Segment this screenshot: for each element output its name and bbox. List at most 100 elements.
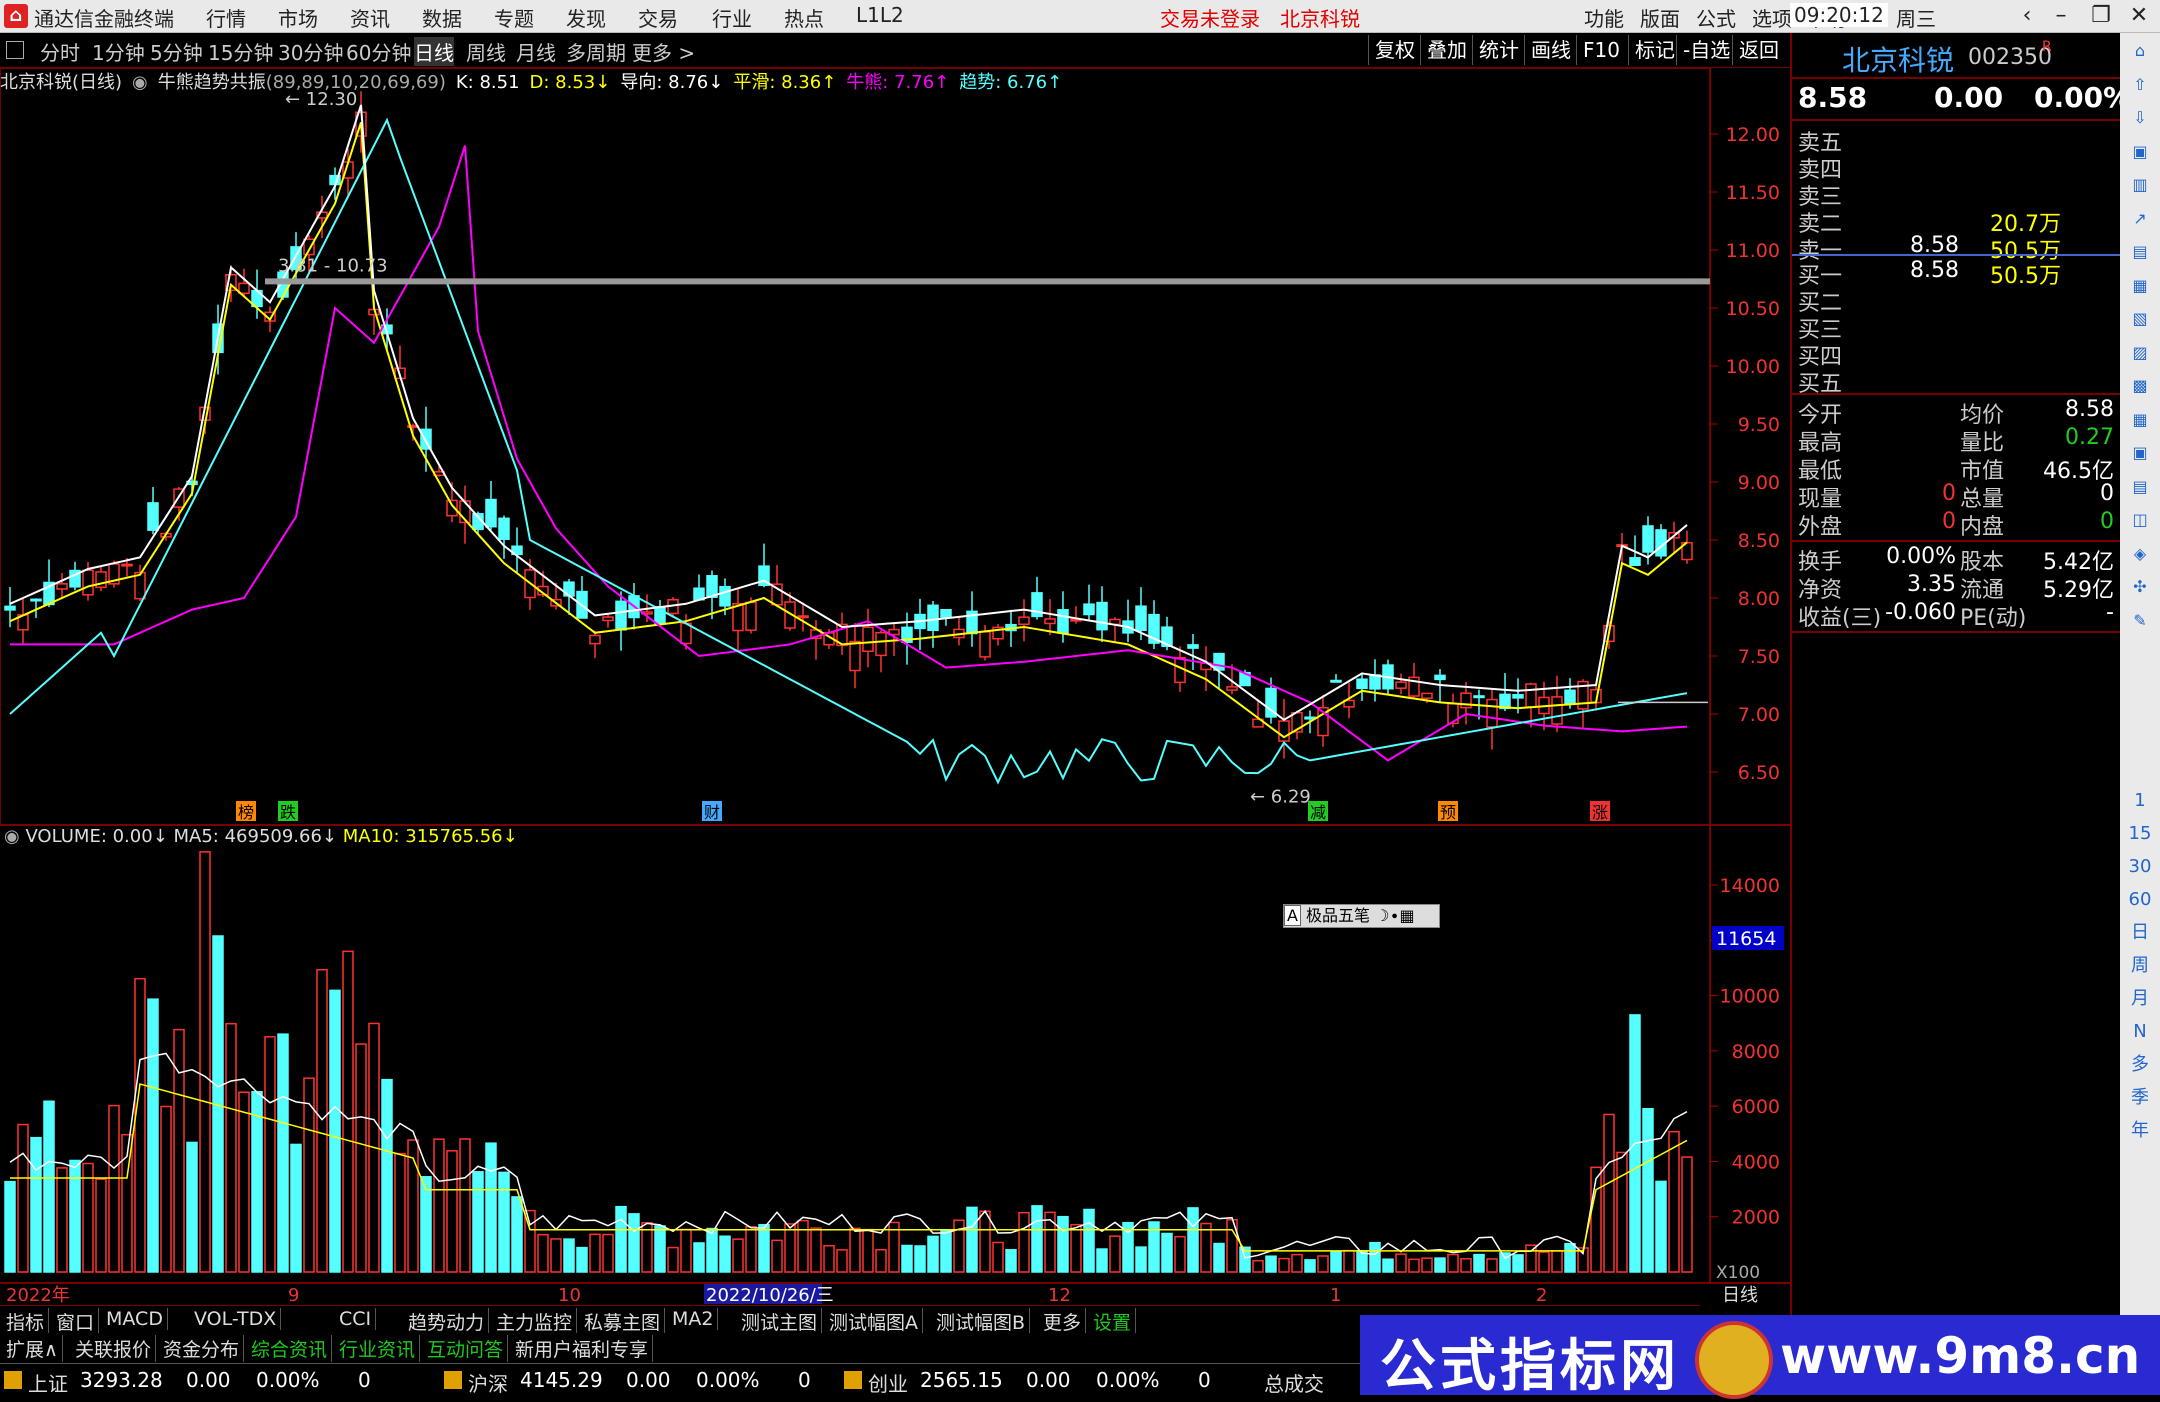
menu-item[interactable]: 市场 [278,3,318,32]
market-icon[interactable] [444,1371,462,1389]
period-tab[interactable]: 1分钟 [92,37,145,66]
trend-icon[interactable]: ↗ [2128,207,2152,231]
right-menu-item[interactable]: 选项 [1752,3,1792,32]
refresh-icon[interactable]: ✎ [2128,609,2152,633]
extension-tab[interactable]: 资金分布 [159,1335,245,1362]
ime-moon-icon[interactable]: ☽ [1375,906,1389,925]
menu-item[interactable]: 热点 [784,3,824,32]
side-period-button[interactable]: 15 [2128,822,2152,846]
move-icon[interactable]: ◫ [2128,508,2152,532]
side-period-button[interactable]: 30 [2128,855,2152,879]
menu-item[interactable]: 发现 [566,3,606,32]
pen-icon[interactable]: ◈ [2128,542,2152,566]
extension-tab[interactable]: 行业资讯 [335,1335,421,1362]
extension-tab[interactable]: 互动问答 [423,1335,509,1362]
grid-icon[interactable]: ▨ [2128,341,2152,365]
kline-chart[interactable]: 3.81 - 10.73← 12.30← 6.29 12.0011.5011.0… [0,68,1790,1305]
extension-tab[interactable]: 综合资讯 [247,1335,333,1362]
indicator-tab[interactable]: VOL-TDX [190,1308,282,1330]
side-period-button[interactable]: 60 [2128,888,2152,912]
menu-item[interactable]: 行业 [712,3,752,32]
menu-item[interactable]: 资讯 [350,3,390,32]
indicator-tab[interactable]: MACD [102,1308,168,1330]
side-period-button[interactable]: 日 [2128,921,2152,945]
f5-icon[interactable]: ✣ [2128,575,2152,599]
info-icon[interactable]: ▩ [2128,374,2152,398]
extension-tab[interactable]: 扩展∧ [2,1335,63,1362]
menu-item[interactable]: L1L2 [856,3,904,27]
extension-tab[interactable]: 新用户福利专享 [511,1335,654,1362]
side-period-button[interactable]: 季 [2128,1086,2152,1110]
volume-toggle-icon[interactable]: ◉ [4,826,25,847]
indicator-tab[interactable]: 指标 [2,1308,50,1335]
menu-item[interactable]: 数据 [422,3,462,32]
settings-icon[interactable]: ▣ [2128,441,2152,465]
menu-item[interactable]: 专题 [494,3,534,32]
index-name[interactable]: 上证 [28,1368,68,1397]
side-period-button[interactable]: N [2128,1020,2152,1044]
market-icon[interactable] [4,1371,22,1389]
indicator-tab[interactable]: 测试主图 [737,1308,823,1335]
indicator-tab[interactable]: MA2 [668,1308,719,1330]
period-tab[interactable]: 月线 [516,37,556,66]
ime-punct-icon[interactable]: ∙ [1390,906,1400,925]
indicator-tab[interactable]: 更多 [1039,1308,1087,1335]
toolbar-button[interactable]: 叠加 [1420,35,1473,65]
period-tab[interactable]: 周线 [466,37,506,66]
back-icon[interactable]: ‹ [2010,2,2044,30]
period-tab[interactable]: 分时 [40,37,80,66]
right-menu-item[interactable]: 公式 [1696,3,1736,32]
toolbar-button[interactable]: 统计 [1472,35,1525,65]
market-icon[interactable] [844,1371,862,1389]
up-icon[interactable]: ⇧ [2128,73,2152,97]
period-tab[interactable]: 更多 > [632,37,695,66]
menu-item[interactable]: 交易 [638,3,678,32]
indicator-tab[interactable]: CCI [335,1308,377,1330]
kline-icon[interactable]: ▤ [2128,240,2152,264]
right-menu-item[interactable]: 功能 [1584,3,1624,32]
f10-icon[interactable]: ▧ [2128,307,2152,331]
close-icon[interactable]: ✕ [2122,2,2156,30]
toolbar-button[interactable]: 标记 [1628,35,1681,65]
indicator-tab[interactable]: 测试幅图B [932,1308,1031,1335]
indicator-tab[interactable]: 测试幅图A [825,1308,923,1335]
restore-icon[interactable]: ❐ [2084,2,2118,30]
list-icon[interactable]: ▦ [2128,274,2152,298]
side-period-button[interactable]: 周 [2128,954,2152,978]
ime-toolbar[interactable]: A 极品五笔 ☽∙▦ [1283,904,1440,928]
collapse-icon[interactable] [6,41,24,59]
chart-icon[interactable]: ▣ [2128,140,2152,164]
ime-mode-icon[interactable]: A [1284,905,1301,926]
toolbar-button[interactable]: 复权 [1368,35,1421,65]
period-tab[interactable]: 30分钟 [278,37,343,66]
indicator-name[interactable]: 牛熊趋势共振 [158,72,266,93]
down-icon[interactable]: ⇩ [2128,106,2152,130]
period-tab[interactable]: 15分钟 [208,37,273,66]
bars-icon[interactable]: ▥ [2128,173,2152,197]
indicator-toggle-icon[interactable]: ◉ [132,72,148,93]
minimize-icon[interactable]: – [2044,2,2078,30]
period-tab[interactable]: 日线 [414,37,454,66]
extension-tab[interactable]: 关联报价 [71,1335,157,1362]
indicator-tab[interactable]: 主力监控 [492,1308,578,1335]
side-period-button[interactable]: 多 [2128,1053,2152,1077]
indicator-tab[interactable]: 窗口 [52,1308,100,1335]
index-name[interactable]: 沪深 [468,1368,508,1397]
side-period-button[interactable]: 年 [2128,1119,2152,1143]
side-period-button[interactable]: 月 [2128,987,2152,1011]
login-status[interactable]: 交易未登录 [1160,3,1260,32]
right-menu-item[interactable]: 版面 [1640,3,1680,32]
f12-icon[interactable]: ▦ [2128,408,2152,432]
toolbar-button[interactable]: F10 [1576,35,1626,65]
indicator-tab[interactable]: 私募主图 [580,1308,666,1335]
rsi-icon[interactable]: ▤ [2128,475,2152,499]
period-tab[interactable]: 60分钟 [346,37,411,66]
ime-keyboard-icon[interactable]: ▦ [1400,906,1415,925]
period-tab[interactable]: 多周期 [566,37,626,66]
period-tab[interactable]: 5分钟 [150,37,203,66]
indicator-tab[interactable]: 趋势动力 [404,1308,490,1335]
menu-item[interactable]: 行情 [206,3,246,32]
toolbar-button[interactable]: 返回 [1732,35,1785,65]
index-name[interactable]: 创业 [868,1368,908,1397]
home-icon[interactable]: ⌂ [2128,39,2152,63]
